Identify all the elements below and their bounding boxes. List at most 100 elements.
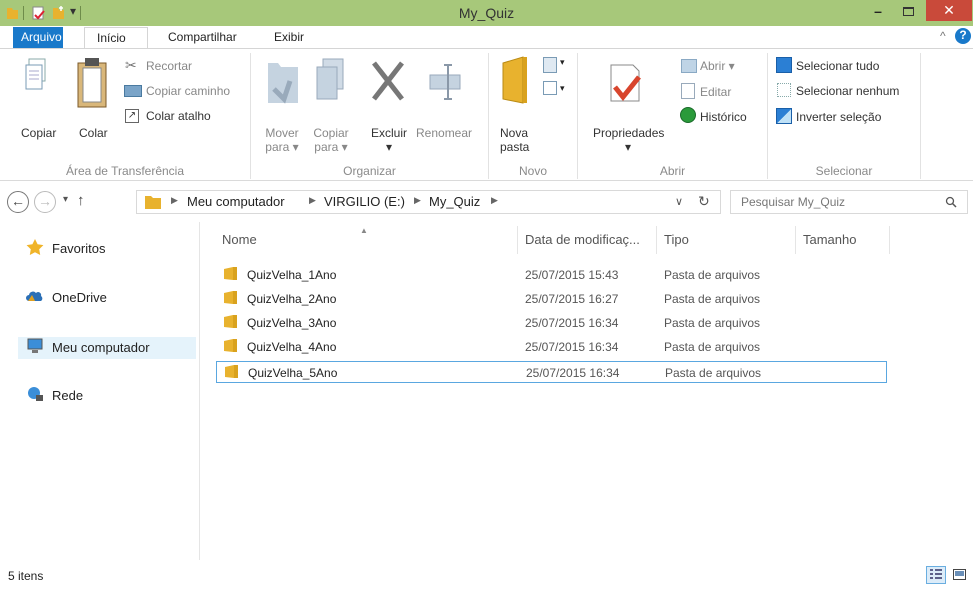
details-view-button[interactable] <box>926 566 946 584</box>
copy-button[interactable]: Copiar <box>21 126 56 140</box>
ribbon: Copiar Colar ✂ Recortar Copiar caminho ↗… <box>0 48 973 181</box>
help-icon[interactable]: ? <box>955 28 971 44</box>
invert-selection-button[interactable]: Inverter seleção <box>796 110 881 124</box>
rename-button[interactable]: Renomear <box>416 126 472 140</box>
navigation-bar: ← → ▾ ↑ ▶ Meu computador ▶ VIRGILIO (E:)… <box>0 186 973 220</box>
move-to-icon <box>268 63 298 104</box>
nav-computer[interactable]: Meu computador <box>26 337 150 357</box>
copy-icon <box>25 58 46 90</box>
nav-favorites[interactable]: Favoritos <box>26 238 105 258</box>
crumb-computer[interactable]: Meu computador <box>187 194 285 209</box>
file-name[interactable]: QuizVelha_5Ano <box>248 366 337 380</box>
cut-button[interactable]: Recortar <box>146 59 192 73</box>
group-label-organize: Organizar <box>343 164 396 178</box>
folder-icon <box>224 267 237 280</box>
column-header-name[interactable]: Nome <box>222 232 257 247</box>
back-button[interactable]: ← <box>7 191 29 213</box>
tab-exibir[interactable]: Exibir <box>266 27 312 48</box>
open-icon <box>681 59 697 73</box>
history-icon <box>680 107 696 123</box>
select-none-button[interactable]: Selecionar nenhum <box>796 84 899 98</box>
scissors-icon: ✂ <box>125 57 137 73</box>
file-type: Pasta de arquivos <box>665 366 762 380</box>
file-row[interactable]: QuizVelha_1Ano 25/07/2015 15:43 Pasta de a… <box>216 264 887 286</box>
select-all-icon <box>776 57 792 73</box>
easy-access-icon[interactable] <box>543 81 557 95</box>
file-date: 25/07/2015 16:27 <box>525 292 619 306</box>
copy-to-icon <box>316 58 344 100</box>
forward-button[interactable]: → <box>34 191 56 213</box>
folder-icon <box>224 339 237 352</box>
search-icon[interactable] <box>945 196 957 208</box>
new-item-icon[interactable] <box>543 57 557 73</box>
crumb-drive[interactable]: VIRGILIO (E:) <box>324 194 405 209</box>
new-folder-button[interactable]: Nova pasta <box>500 126 529 154</box>
minimize-button[interactable]: – <box>863 3 893 25</box>
file-date: 25/07/2015 16:34 <box>525 340 619 354</box>
file-row[interactable]: QuizVelha_3Ano 25/07/2015 16:34 Pasta de a… <box>216 312 887 334</box>
select-all-button[interactable]: Selecionar tudo <box>796 59 879 73</box>
maximize-button[interactable] <box>893 0 923 22</box>
edit-icon <box>681 83 695 99</box>
column-header-size[interactable]: Tamanho <box>803 232 856 247</box>
title-bar: ▾ My_Quiz – ✕ <box>0 0 973 26</box>
move-to-button[interactable]: Mover para ▾ <box>262 126 302 154</box>
file-name[interactable]: QuizVelha_2Ano <box>247 292 336 306</box>
address-bar[interactable]: ▶ Meu computador ▶ VIRGILIO (E:) ▶ My_Qu… <box>136 190 721 214</box>
file-row[interactable]: QuizVelha_2Ano 25/07/2015 16:27 Pasta de a… <box>216 288 887 310</box>
recent-locations-button[interactable]: ▾ <box>63 194 68 205</box>
file-type: Pasta de arquivos <box>664 268 761 282</box>
collapse-ribbon-icon[interactable]: ^ <box>940 29 946 43</box>
paste-button[interactable]: Colar <box>79 126 108 140</box>
edit-button[interactable]: Editar <box>700 85 731 99</box>
nav-onedrive[interactable]: OneDrive <box>26 287 107 307</box>
address-dropdown[interactable]: ∨ <box>675 195 683 208</box>
search-input[interactable]: Pesquisar My_Quiz <box>741 195 845 209</box>
details-view-icon <box>930 569 942 579</box>
file-name[interactable]: QuizVelha_4Ano <box>247 340 336 354</box>
search-box[interactable]: Pesquisar My_Quiz <box>730 190 968 214</box>
group-label-new: Novo <box>518 164 547 178</box>
file-type: Pasta de arquivos <box>664 316 761 330</box>
column-header-date[interactable]: Data de modificaç... <box>525 232 640 247</box>
file-row[interactable]: QuizVelha_5Ano 25/07/2015 16:34 Pasta de a… <box>216 361 887 383</box>
column-header-type[interactable]: Tipo <box>664 232 689 247</box>
folder-icon <box>224 315 237 328</box>
sort-ascending-icon: ▲ <box>360 226 368 235</box>
up-button[interactable]: ↑ <box>77 192 85 209</box>
delete-icon <box>372 61 404 101</box>
cloud-icon <box>26 291 43 301</box>
delete-button[interactable]: Excluir ▾ <box>369 126 409 154</box>
window-title: My_Quiz <box>458 5 515 21</box>
group-label-clipboard: Área de Transferência <box>65 164 185 178</box>
properties-button[interactable]: Propriedades ▾ <box>593 126 664 154</box>
file-type: Pasta de arquivos <box>664 340 761 354</box>
paste-shortcut-icon: ↗ <box>125 109 139 123</box>
close-button[interactable]: ✕ <box>926 0 972 21</box>
folder-icon <box>224 291 237 304</box>
tab-inicio[interactable]: Início <box>84 27 148 48</box>
file-name[interactable]: QuizVelha_1Ano <box>247 268 336 282</box>
rename-icon <box>429 64 461 100</box>
copy-path-button[interactable]: Copiar caminho <box>146 84 230 98</box>
invert-selection-icon <box>776 108 792 124</box>
file-date: 25/07/2015 15:43 <box>525 268 619 282</box>
copy-path-icon <box>124 85 142 97</box>
tab-compartilhar[interactable]: Compartilhar <box>160 27 245 48</box>
refresh-icon[interactable]: ↻ <box>698 193 710 210</box>
tab-arquivo[interactable]: Arquivo <box>13 27 63 48</box>
history-button[interactable]: Histórico <box>700 110 747 124</box>
crumb-folder[interactable]: My_Quiz <box>429 194 480 209</box>
large-icons-view-button[interactable] <box>950 566 970 584</box>
thumbnails-icon <box>953 569 966 580</box>
select-none-icon <box>777 83 791 97</box>
nav-network[interactable]: Rede <box>26 385 83 405</box>
file-row[interactable]: QuizVelha_4Ano 25/07/2015 16:34 Pasta de a… <box>216 336 887 358</box>
copy-to-button[interactable]: Copiar para ▾ <box>309 126 353 154</box>
folder-icon <box>145 196 161 209</box>
file-date: 25/07/2015 16:34 <box>525 316 619 330</box>
file-name[interactable]: QuizVelha_3Ano <box>247 316 336 330</box>
group-label-select: Selecionar <box>815 164 873 178</box>
paste-shortcut-button[interactable]: Colar atalho <box>146 109 211 123</box>
open-button[interactable]: Abrir ▾ <box>700 59 735 73</box>
